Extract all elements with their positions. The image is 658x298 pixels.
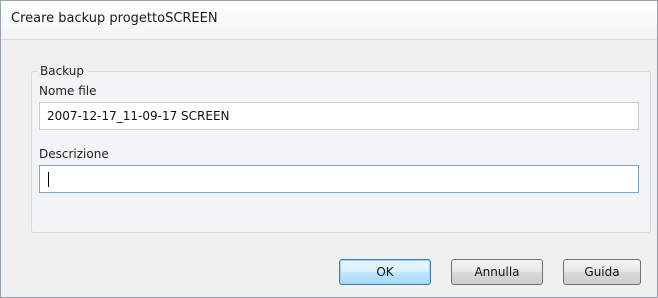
description-label: Descrizione	[39, 147, 109, 161]
ok-button[interactable]: OK	[339, 259, 431, 285]
filename-field[interactable]: 2007-12-17_11-09-17 SCREEN	[39, 102, 639, 130]
cancel-button[interactable]: Annulla	[451, 259, 543, 285]
text-caret	[48, 172, 49, 187]
filename-label: Nome file	[39, 84, 97, 98]
cancel-button-label: Annulla	[474, 265, 520, 279]
description-field[interactable]	[39, 165, 639, 193]
dialog-title: Creare backup progettoSCREEN	[11, 11, 218, 26]
ok-button-label: OK	[376, 265, 394, 279]
title-bar[interactable]: Creare backup progettoSCREEN	[1, 1, 657, 40]
groupbox-label: Backup	[37, 64, 87, 78]
help-button-label: Guida	[584, 265, 620, 279]
backup-dialog: Creare backup progettoSCREEN Backup Nome…	[0, 0, 658, 298]
backup-groupbox	[31, 71, 651, 233]
help-button[interactable]: Guida	[563, 259, 641, 285]
